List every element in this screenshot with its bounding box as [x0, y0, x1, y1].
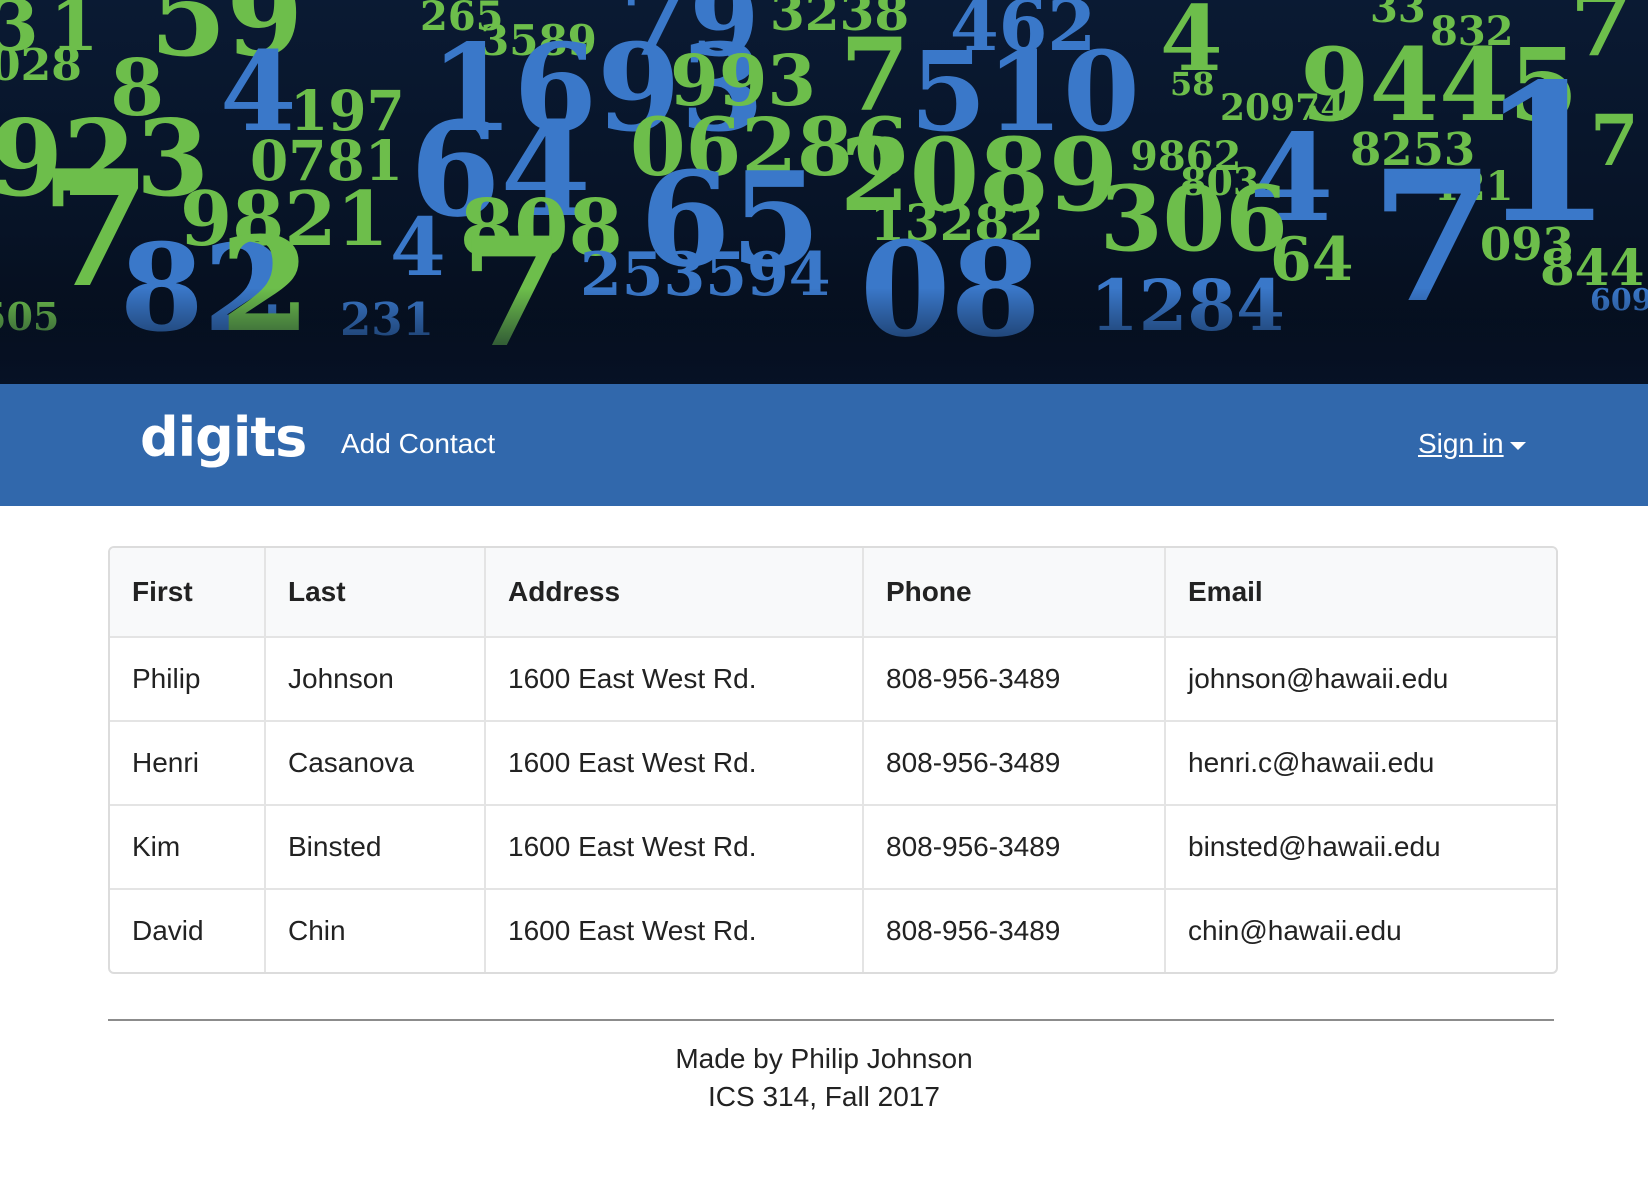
table-row: Kim Binsted 1600 East West Rd. 808-956-3… [110, 805, 1556, 890]
cell-address: 1600 East West Rd. [485, 805, 864, 890]
cell-first: David [110, 889, 266, 972]
cell-email: binsted@hawaii.edu [1165, 805, 1556, 890]
cell-phone: 808-956-3489 [863, 889, 1166, 972]
cell-phone: 808-956-3489 [863, 721, 1166, 806]
cell-phone: 808-956-3489 [863, 805, 1166, 890]
add-contact-link[interactable]: Add Contact [341, 428, 495, 460]
cell-email: johnson@hawaii.edu [1165, 637, 1556, 722]
cell-address: 1600 East West Rd. [485, 889, 864, 972]
cell-address: 1600 East West Rd. [485, 637, 864, 722]
table-row: Philip Johnson 1600 East West Rd. 808-95… [110, 637, 1556, 722]
cell-first: Philip [110, 637, 266, 722]
cell-email: chin@hawaii.edu [1188, 915, 1402, 946]
header-first: First [110, 548, 266, 638]
footer-credit: Made by Philip Johnson [675, 1043, 973, 1074]
sign-in-dropdown[interactable]: Sign in [1418, 428, 1526, 460]
cell-email: henri.c@hawaii.edu [1165, 721, 1556, 806]
numbers-banner: 3159265358979323846243383270288419716939… [0, 0, 1648, 384]
cell-address: 1600 East West Rd. [485, 721, 864, 806]
sign-in-label: Sign in [1418, 428, 1504, 459]
brand-logo[interactable]: digits [140, 406, 307, 469]
header-last: Last [265, 548, 486, 638]
cell-last: Johnson [265, 637, 486, 722]
header-email: Email [1165, 548, 1556, 638]
footer: Made by Philip Johnson ICS 314, Fall 201… [0, 1040, 1648, 1116]
cell-phone: 808-956-3489 [863, 637, 1166, 722]
table-row: David Chin 1600 East West Rd. 808-956-34… [110, 889, 1556, 972]
contacts-table: First Last Address Phone Email Philip Jo… [108, 546, 1558, 974]
table-row: Henri Casanova 1600 East West Rd. 808-95… [110, 721, 1556, 806]
header-phone: Phone [863, 548, 1166, 638]
cell-last: Casanova [265, 721, 486, 806]
cell-first: Kim [110, 805, 266, 890]
navbar: digits Add Contact Sign in [0, 384, 1648, 506]
header-address: Address [485, 548, 864, 638]
caret-down-icon [1509, 442, 1526, 450]
footer-divider [108, 1019, 1554, 1021]
table-header-row: First Last Address Phone Email [110, 548, 1556, 638]
cell-last: Binsted [265, 805, 486, 890]
cell-first: Henri [110, 721, 266, 806]
footer-course: ICS 314, Fall 2017 [708, 1081, 940, 1112]
banner-image: 3159265358979323846243383270288419716939… [0, 0, 1648, 384]
cell-last: Chin [265, 889, 486, 972]
banner-fade-overlay [0, 0, 1648, 384]
